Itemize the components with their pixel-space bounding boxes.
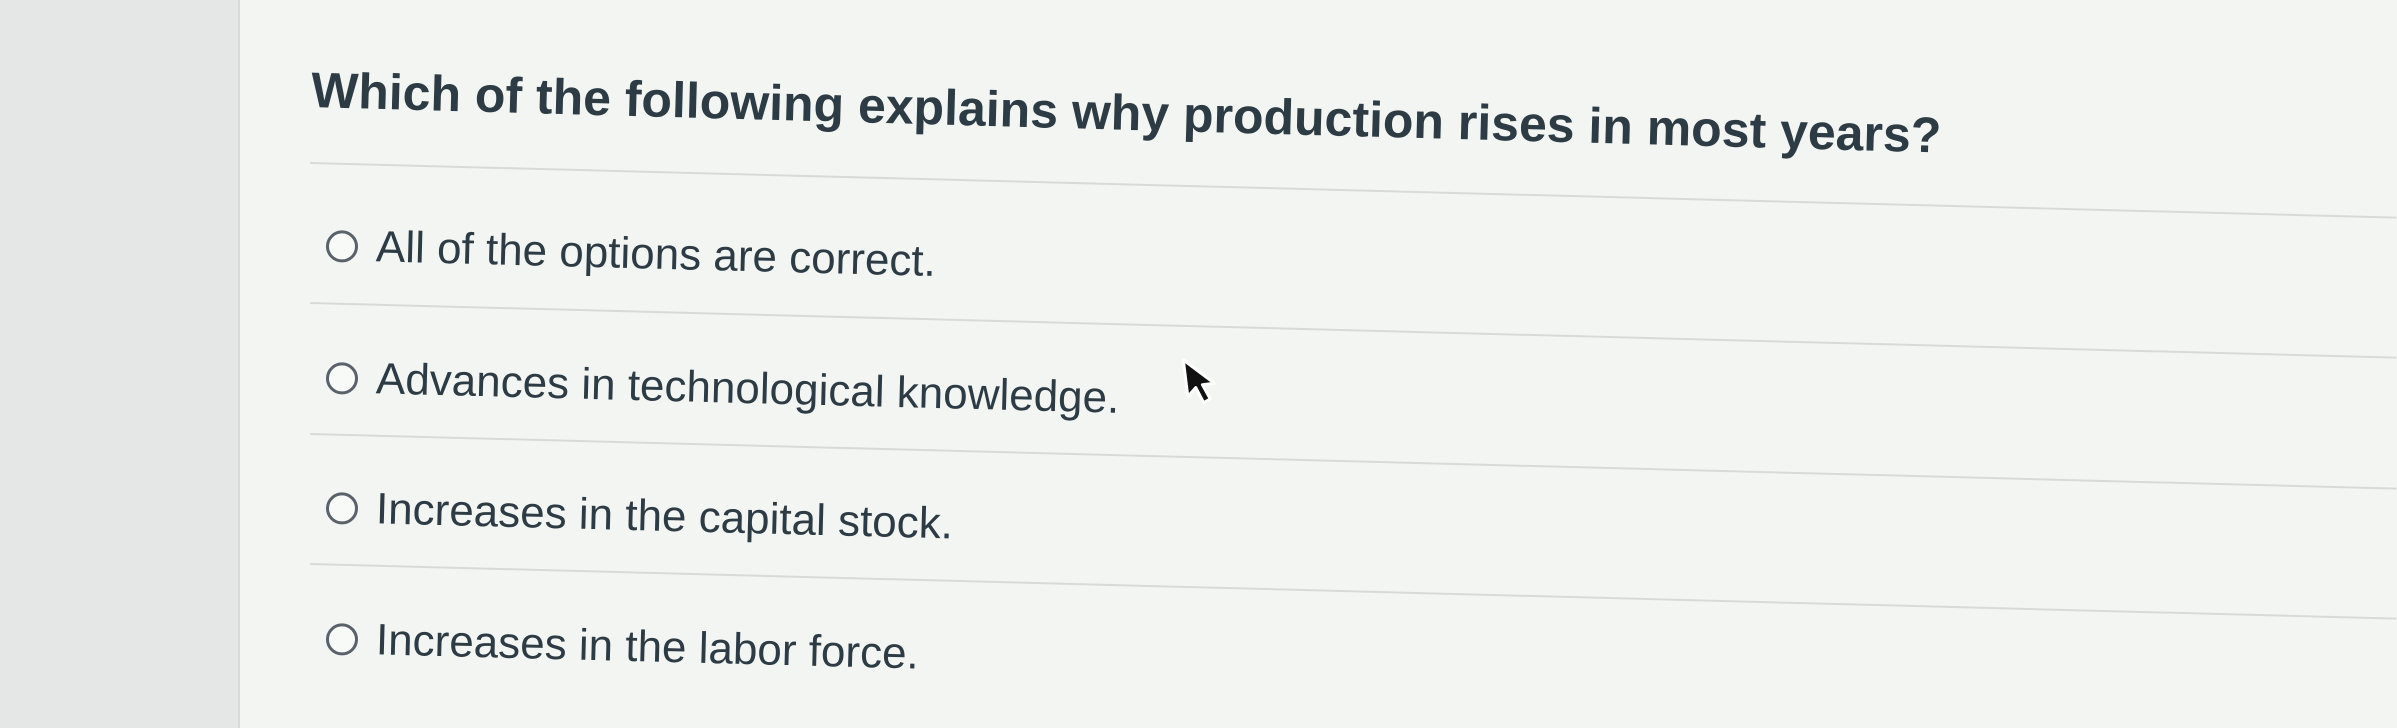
radio-button-icon[interactable] (325, 492, 359, 525)
radio-button-icon[interactable] (325, 623, 359, 656)
radio-button-icon[interactable] (325, 362, 359, 395)
mouse-pointer-icon (1181, 358, 1216, 405)
radio-button-icon[interactable] (325, 230, 359, 263)
left-gutter (0, 0, 240, 728)
